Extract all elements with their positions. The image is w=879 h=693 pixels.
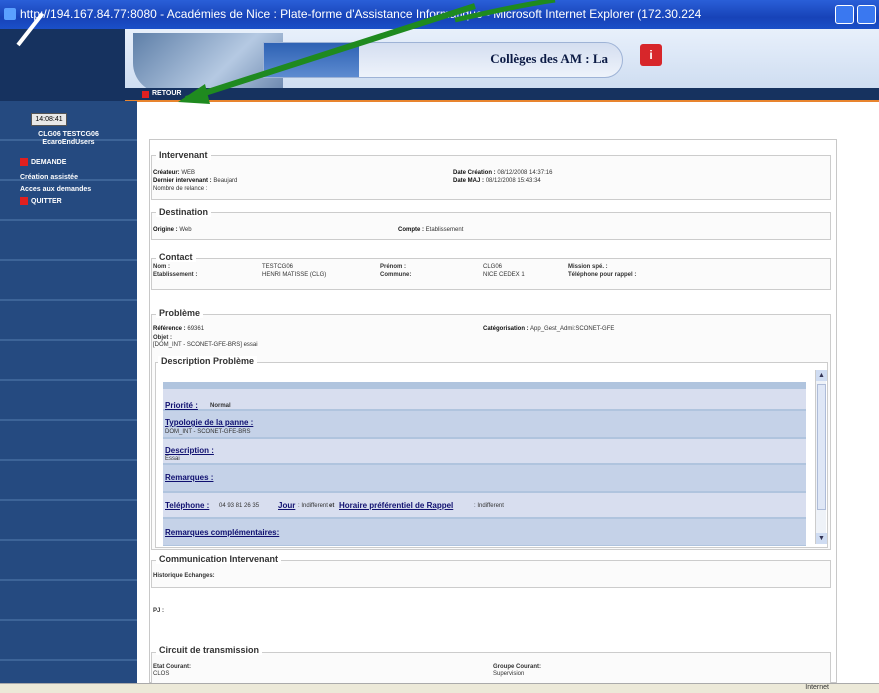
- description-row: [163, 439, 806, 463]
- commune-label: Commune:: [380, 272, 412, 278]
- priorite-value: Normal: [210, 403, 231, 409]
- user-line2: EcaroEndUsers: [42, 139, 95, 146]
- circuit-fieldset: [151, 652, 831, 683]
- sidebar: 14:08:41 CLG06 TESTCG06 EcaroEndUsers DE…: [0, 101, 137, 683]
- status-zone: Internet: [805, 684, 829, 691]
- sidebar-item-quitter[interactable]: QUITTER: [31, 198, 62, 205]
- date-creation: Date Création : 08/12/2008 14:37:16: [453, 170, 553, 176]
- description-label: Description :: [165, 446, 214, 455]
- et-text: et: [329, 503, 335, 509]
- logo: [0, 12, 125, 101]
- header-photo: [133, 33, 283, 93]
- ie-icon: [4, 8, 16, 20]
- mission-label: Mission spé. :: [568, 264, 608, 270]
- categorisation: Catégorisation : App_Gest_Admi:SCONET-GF…: [483, 326, 615, 332]
- description-legend: Description Problème: [158, 356, 258, 366]
- quitter-bullet-icon: [20, 197, 28, 205]
- etat-value: CLOS: [153, 671, 170, 677]
- remarques-label: Remarques :: [165, 473, 214, 482]
- date-maj: Date MAJ : 08/12/2008 15:43:34: [453, 178, 541, 184]
- typologie-label: Typologie de la panne :: [165, 418, 254, 427]
- prenom-value: CLG06: [483, 264, 503, 270]
- nom-value: TESTCG06: [262, 264, 294, 270]
- reference: Référence : 69361: [153, 326, 205, 332]
- groupe-value: Supervision: [493, 671, 525, 677]
- typologie-row: [163, 411, 806, 437]
- communication-fieldset: [151, 560, 831, 588]
- window-title-bar: http://194.167.84.77:8080 - Académies de…: [0, 0, 879, 29]
- prenom-label: Prénom :: [380, 264, 407, 270]
- intervenant-legend: Intervenant: [156, 150, 211, 160]
- info-icon[interactable]: i: [640, 44, 662, 66]
- tel-rappel-label: Téléphone pour rappel :: [568, 272, 637, 278]
- commune-value: NICE CEDEX 1: [483, 272, 525, 278]
- description-value: Essai: [165, 456, 180, 462]
- remarques-row: [163, 465, 806, 491]
- remarques-comp-label: Remarques complémentaires:: [165, 528, 280, 537]
- typologie-value: DOM_INT - SCONET-GFE-BRS: [165, 429, 251, 435]
- priorite-row: [163, 389, 806, 409]
- description-scrollbar[interactable]: ▲ ▼: [815, 370, 827, 544]
- sidebar-item-demande[interactable]: DEMANDE: [31, 159, 66, 166]
- retour-link[interactable]: RETOUR: [152, 90, 181, 97]
- user-info: CLG06 TESTCG06 EcaroEndUsers: [0, 131, 137, 147]
- pj-label: PJ :: [153, 608, 165, 614]
- telephone-label: Teléphone :: [165, 501, 210, 510]
- nom-label: Nom :: [153, 264, 170, 270]
- objet-label: Objet :: [153, 335, 172, 341]
- circuit-legend: Circuit de transmission: [156, 645, 263, 655]
- contact-legend: Contact: [156, 252, 196, 262]
- site-label: Collèges des AM : La: [490, 51, 608, 66]
- horaire-label: Horaire préférentiel de Rappel: [339, 501, 454, 510]
- jour-value: : Indifferent: [298, 503, 328, 509]
- scroll-down-icon[interactable]: ▼: [816, 533, 827, 544]
- compte: Compte : Etablissement: [398, 227, 464, 233]
- groupe-label: Groupe Courant:: [493, 664, 541, 670]
- historique-label: Historique Echanges:: [153, 573, 215, 579]
- createur: Créateur: WEB: [153, 170, 196, 176]
- communication-legend: Communication Intervenant: [156, 554, 282, 564]
- sidebar-item-acces[interactable]: Acces aux demandes: [20, 186, 91, 193]
- etab-label: Etablissement :: [153, 272, 198, 278]
- probleme-legend: Problème: [156, 308, 204, 318]
- etab-value: HENRI MATISSE (CLG): [262, 272, 327, 278]
- retour-bullet-icon: [142, 91, 149, 98]
- origine: Origine : Web: [153, 227, 192, 233]
- window-title: http://194.167.84.77:8080 - Académies de…: [20, 7, 702, 21]
- jour-label: Jour: [278, 501, 296, 510]
- status-bar: Internet: [0, 683, 879, 693]
- sidebar-item-creation[interactable]: Création assistée: [20, 174, 78, 181]
- destination-fieldset: [151, 212, 831, 240]
- objet-value: [DOM_INT - SCONET-GFE-BRS] essai: [153, 342, 258, 348]
- dernier-intervenant: Dernier intervenant : Beaujard: [153, 178, 238, 184]
- destination-legend: Destination: [156, 207, 212, 217]
- telephone-value: 04 93 81 26 35: [219, 503, 260, 509]
- minimize-button[interactable]: [835, 5, 854, 24]
- horaire-value: : Indifferent: [474, 503, 504, 509]
- scroll-up-icon[interactable]: ▲: [816, 370, 827, 381]
- retour-bar: RETOUR: [125, 88, 879, 102]
- user-line1: CLG06 TESTCG06: [38, 131, 99, 138]
- site-label-pill: Collèges des AM : La: [263, 42, 623, 78]
- maximize-button[interactable]: [857, 5, 876, 24]
- nombre-relance: Nombre de relance :: [153, 186, 208, 192]
- etat-label: Etat Courant:: [153, 664, 191, 670]
- priorite-label: Priorité :: [165, 401, 198, 410]
- demande-bullet-icon: [20, 158, 28, 166]
- scroll-thumb[interactable]: [817, 384, 826, 510]
- clock: 14:08:41: [31, 113, 67, 126]
